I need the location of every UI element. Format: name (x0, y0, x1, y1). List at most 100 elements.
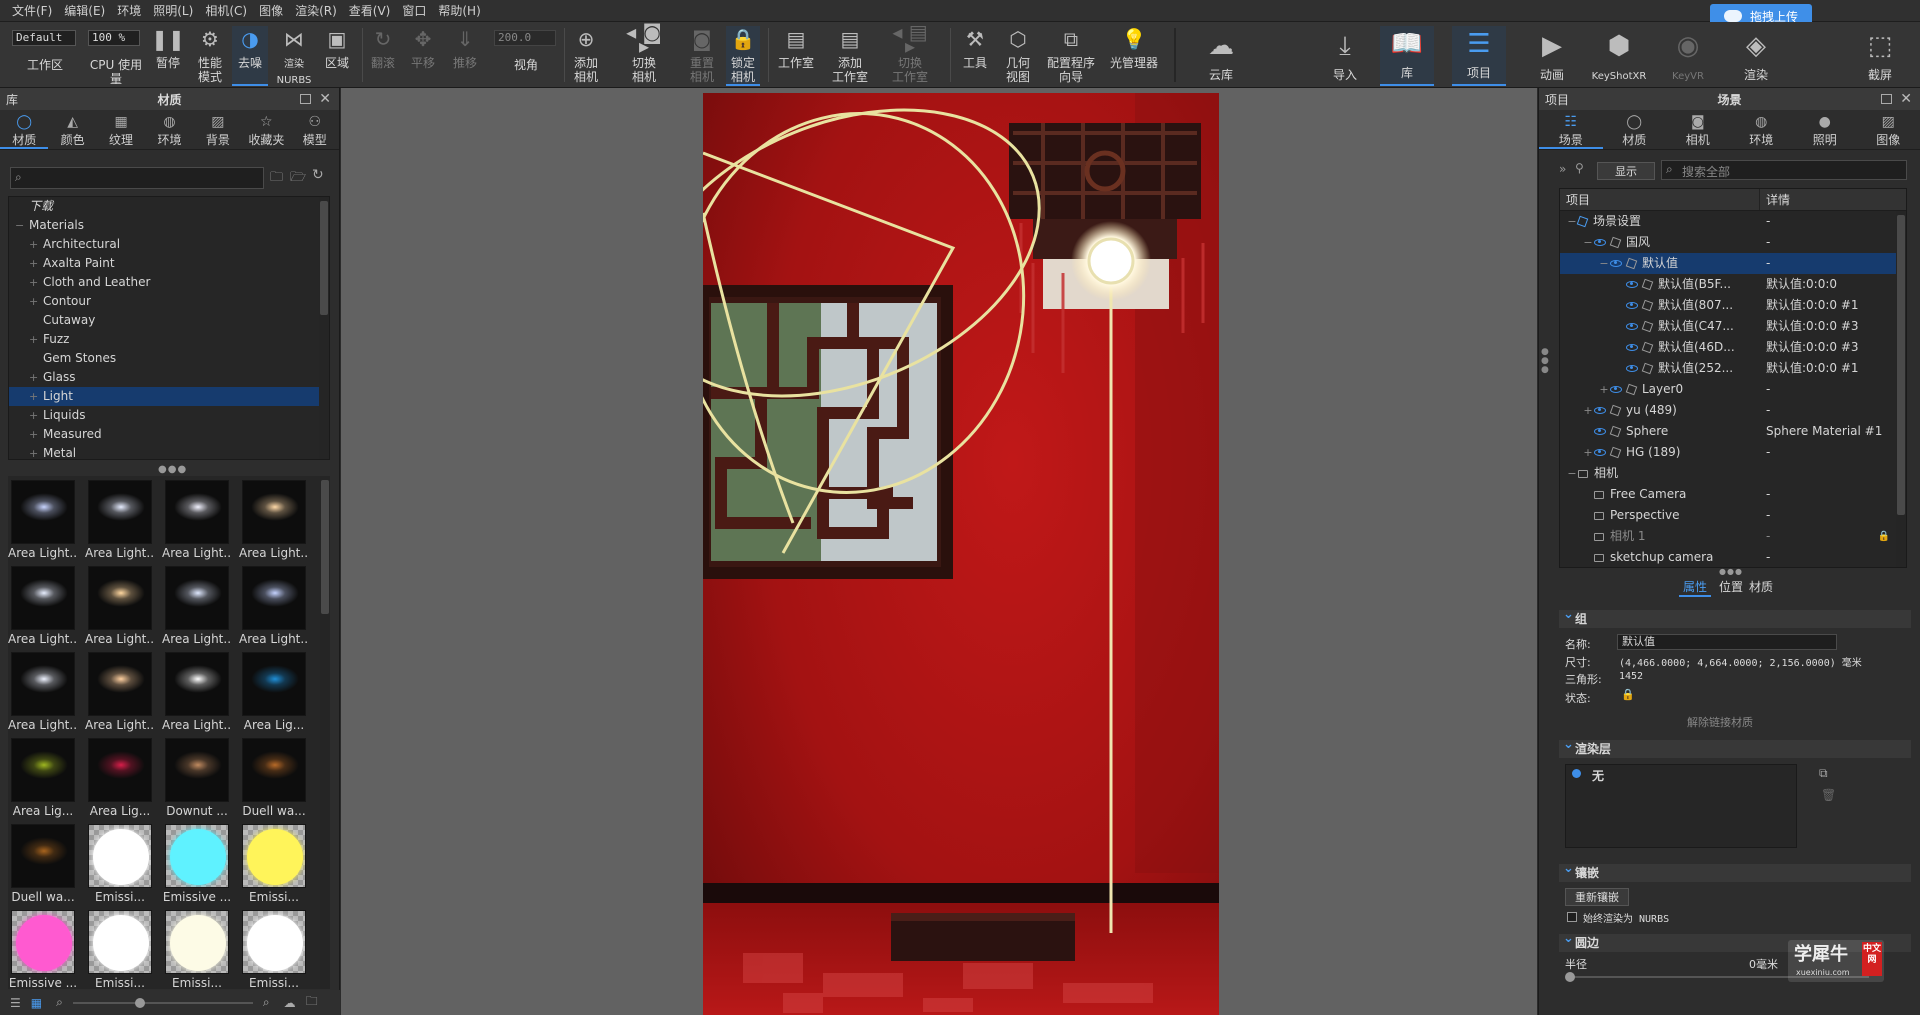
keyvr-button[interactable]: ◉ KeyVR (1666, 28, 1710, 84)
library-tree-item[interactable]: + Fuzz (9, 330, 329, 349)
scene-tree-row[interactable]: 默认值(46D... 默认值:0:0:0 #3 (1560, 337, 1906, 358)
scene-tree-row[interactable]: + HG (189) - (1560, 442, 1906, 463)
material-thumbnail[interactable]: Emissi... (162, 906, 232, 989)
scene-tree-row[interactable]: Free Camera - (1560, 484, 1906, 505)
visibility-eye-icon[interactable] (1626, 344, 1638, 351)
folder-open-icon[interactable]: 🗀 (270, 168, 283, 190)
project-button[interactable]: ☰ 项目 (1452, 26, 1506, 86)
material-thumbnail[interactable]: Duell wa... (8, 820, 78, 906)
expand-icon[interactable]: » (1559, 162, 1566, 176)
expand-toggle-icon[interactable]: − (1566, 211, 1578, 232)
add-camera-button[interactable]: ⊕ 添加 相机 (570, 26, 602, 84)
visibility-eye-icon[interactable] (1594, 407, 1606, 414)
visibility-eye-icon[interactable] (1594, 449, 1606, 456)
denoise-button[interactable]: ◑ 去噪 (232, 26, 268, 86)
tab-environment[interactable]: ◍ 环境 (1730, 110, 1794, 149)
material-thumbnail[interactable]: Area Light... (162, 648, 232, 734)
name-input[interactable]: 默认值 (1617, 634, 1837, 650)
trash-icon[interactable]: 🗑 (1821, 788, 1836, 802)
always-nurbs-checkbox[interactable] (1567, 912, 1577, 922)
expand-toggle-icon[interactable]: + (29, 425, 43, 444)
visibility-eye-icon[interactable] (1626, 281, 1638, 288)
grid-view-icon[interactable]: ▦ (31, 996, 42, 1010)
add-studio-button[interactable]: ▤ 添加 工作室 (828, 26, 872, 84)
library-tree-item[interactable]: + Glass (9, 368, 329, 387)
animation-button[interactable]: ▶ 动画 (1530, 28, 1574, 82)
scene-tree-row[interactable]: − 相机 (1560, 463, 1906, 484)
scene-tree-row[interactable]: 默认值(252... 默认值:0:0:0 #1 (1560, 358, 1906, 379)
float-panel-icon[interactable] (1881, 94, 1892, 104)
scene-tree-row[interactable]: Sphere Sphere Material #1 (1560, 421, 1906, 442)
library-tree-item[interactable]: Cutaway (9, 311, 329, 330)
library-tree-item[interactable]: + Light (9, 387, 329, 406)
scene-tree-row[interactable]: + Layer0 - (1560, 379, 1906, 400)
material-thumbnail[interactable]: Area Light... (8, 648, 78, 734)
material-thumbnail[interactable]: Area Light... (162, 562, 232, 648)
expand-toggle-icon[interactable]: + (29, 235, 43, 254)
reset-camera-button[interactable]: ◙ 重置 相机 (686, 26, 718, 84)
workspace-button[interactable]: 工作区 (20, 58, 70, 72)
scene-tree-row[interactable]: sketchup camera - (1560, 547, 1906, 567)
tab-lighting[interactable]: ● 照明 (1793, 110, 1857, 149)
tab-models[interactable]: ⚇ 模型 (291, 110, 339, 149)
float-panel-icon[interactable] (300, 94, 311, 104)
radius-value[interactable]: 0毫米 (1749, 956, 1778, 972)
library-tree-item[interactable]: Gem Stones (9, 349, 329, 368)
folder-add-icon[interactable]: 🗁 (290, 168, 306, 190)
tab-material[interactable]: ◯ 材质 (1603, 110, 1667, 149)
library-button[interactable]: 📖 库 (1380, 26, 1434, 86)
fov-input[interactable]: 200.0 (494, 30, 556, 46)
import-button[interactable]: ⤓ 导入 (1322, 28, 1368, 82)
expand-toggle-icon[interactable]: + (29, 444, 43, 459)
pause-button[interactable]: ❚❚ 暂停 (150, 26, 186, 70)
expand-toggle-icon[interactable]: + (29, 254, 43, 273)
expand-toggle-icon[interactable]: + (29, 406, 43, 425)
expand-toggle-icon[interactable]: − (15, 216, 29, 235)
expand-toggle-icon[interactable]: + (29, 387, 43, 406)
library-tree-item[interactable]: + Metal (9, 444, 329, 459)
thumbs-scrollbar[interactable] (320, 476, 330, 989)
close-icon[interactable]: ✕ (1900, 91, 1912, 107)
retessellate-button[interactable]: 重新镶嵌 (1565, 888, 1629, 906)
cpu-usage-button[interactable]: CPU 使用量 (84, 58, 148, 86)
col-detail-header[interactable]: 详情 (1760, 189, 1790, 210)
scene-tree-row[interactable]: − 场景设置 - (1560, 211, 1906, 232)
scene-tree-row[interactable]: 相机 1 - 🔒 (1560, 526, 1906, 547)
menu-window[interactable]: 窗口 (396, 0, 432, 22)
tab-camera[interactable]: ◙ 相机 (1666, 110, 1730, 149)
panel-splitter[interactable]: ●●● (158, 464, 187, 475)
geometry-view-button[interactable]: ⬡ 几何 视图 (1002, 26, 1034, 84)
expand-toggle-icon[interactable]: − (1566, 463, 1578, 484)
preset-select[interactable]: Default (12, 30, 76, 46)
render-button[interactable]: ◈ 渲染 (1734, 28, 1778, 82)
scene-tree-row[interactable]: − 国风 - (1560, 232, 1906, 253)
light-manager-button[interactable]: 💡 光管理器 (1108, 26, 1160, 70)
render-viewport[interactable] (341, 88, 1537, 1015)
tab-textures[interactable]: ▦ 纹理 (97, 110, 145, 149)
tab-environments[interactable]: ◍ 环境 (145, 110, 193, 149)
menu-edit[interactable]: 编辑(E) (58, 0, 111, 22)
material-thumbnail[interactable]: Duell wa... (239, 734, 309, 820)
visibility-eye-icon[interactable] (1594, 428, 1606, 435)
tab-materials[interactable]: ◯ 材质 (0, 110, 49, 149)
menu-environment[interactable]: 环境 (111, 0, 147, 22)
render-layer-section-header[interactable]: 渲染层 (1559, 736, 1911, 758)
menu-file[interactable]: 文件(F) (6, 0, 58, 22)
tessellation-section-header[interactable]: 镶嵌 (1559, 860, 1911, 882)
material-thumbnail[interactable]: Area Light... (8, 562, 78, 648)
group-section-header[interactable]: 组 (1559, 606, 1911, 628)
cloud-library-button[interactable]: ☁ 云库 (1198, 28, 1244, 82)
material-thumbnail[interactable]: Area Lig... (8, 734, 78, 820)
visibility-eye-icon[interactable] (1610, 260, 1622, 267)
library-tree-item[interactable]: + Liquids (9, 406, 329, 425)
unlink-materials-button[interactable]: 解除链接材质 (1687, 714, 1753, 730)
library-tree-item[interactable]: + Architectural (9, 235, 329, 254)
material-thumbnail[interactable]: Emissive ... (162, 820, 232, 906)
tab-properties[interactable]: 属性 (1679, 578, 1712, 597)
thumbnail-size-slider[interactable] (72, 997, 253, 1008)
material-thumbnail[interactable]: Area Light... (239, 476, 309, 562)
library-tree-item[interactable]: + Cloth and Leather (9, 273, 329, 292)
configurator-wizard-button[interactable]: ⧉ 配置程序 向导 (1042, 26, 1100, 84)
display-dropdown[interactable]: 显示 (1597, 162, 1655, 180)
close-icon[interactable]: ✕ (319, 91, 331, 107)
